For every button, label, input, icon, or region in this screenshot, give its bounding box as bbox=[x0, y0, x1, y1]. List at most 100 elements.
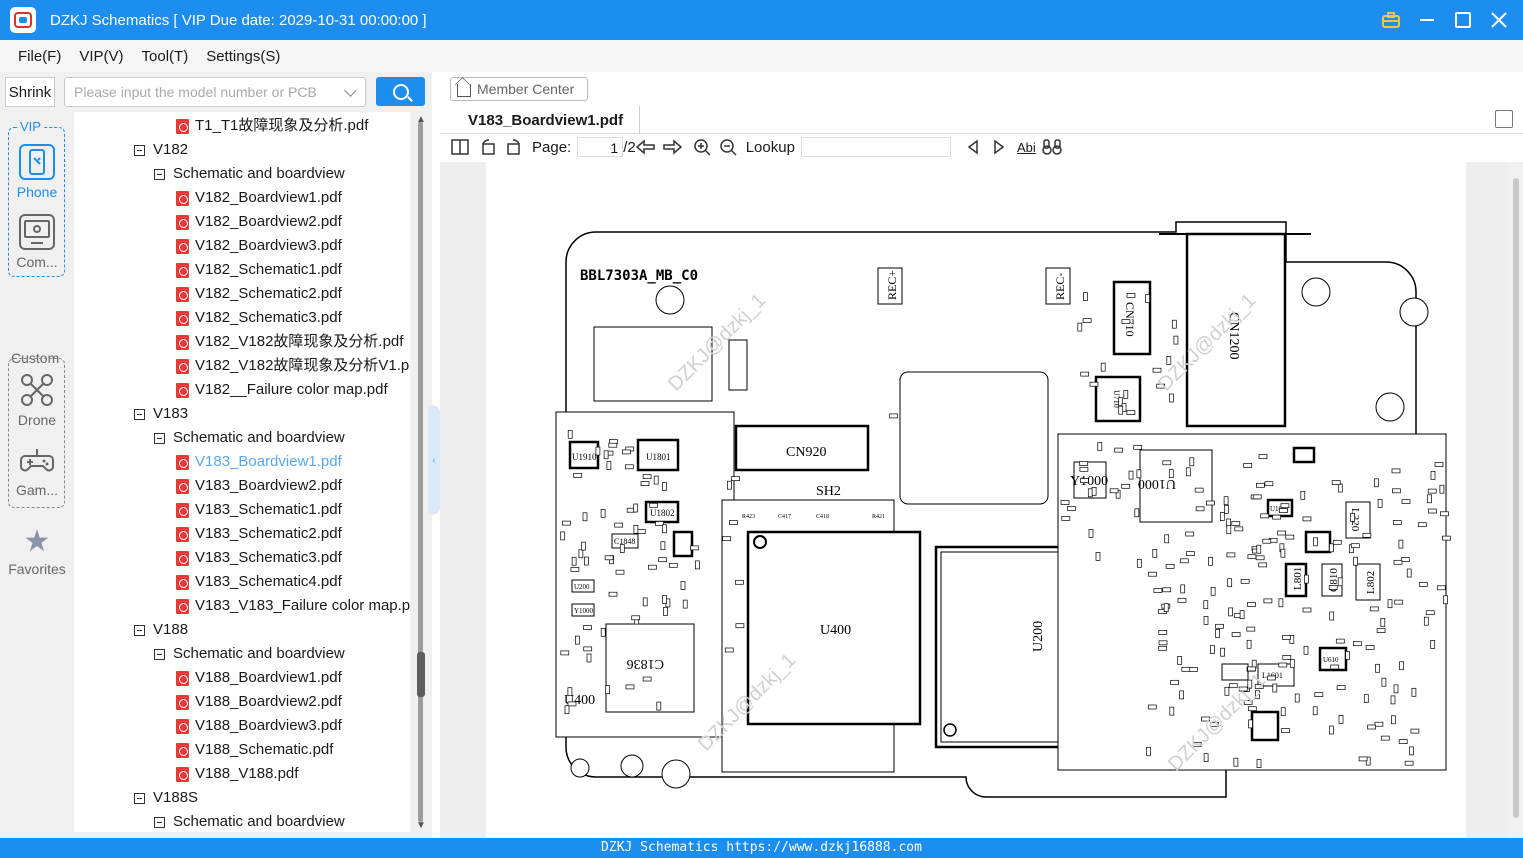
menu-settings[interactable]: Settings(S) bbox=[206, 48, 280, 65]
smd-part bbox=[560, 531, 566, 541]
smd-part bbox=[604, 555, 614, 561]
tree-file-item[interactable]: V188_V188.pdf bbox=[176, 762, 298, 786]
tree-file-item[interactable]: V183_Boardview1.pdf bbox=[176, 450, 342, 474]
boardview-drawing: BBL7303A_MB_C0 U1910 U1801 U1802 C1848 U… bbox=[555, 221, 1451, 798]
collapse-toggle-icon[interactable] bbox=[154, 648, 165, 660]
menu-file[interactable]: File(F) bbox=[18, 48, 61, 65]
tree-file-item[interactable]: V188_Boardview1.pdf bbox=[176, 666, 342, 690]
tree-file-item[interactable]: T1_T1故障现象及分析.pdf bbox=[176, 114, 368, 138]
search-input[interactable]: Please input the model number or PCB bbox=[64, 77, 366, 107]
pdf-file-icon bbox=[176, 718, 189, 734]
zoom-in-icon[interactable] bbox=[692, 137, 712, 157]
lookup-input[interactable] bbox=[800, 137, 951, 157]
pdf-file-icon bbox=[176, 238, 189, 254]
category-computer[interactable]: Com... bbox=[0, 214, 74, 270]
smd-part bbox=[1380, 618, 1386, 627]
tree-file-item[interactable]: V183_Schematic3.pdf bbox=[176, 546, 342, 570]
tree-file-item[interactable]: V182_V182故障现象及分析V1.pdf bbox=[176, 354, 410, 378]
tree-folder-item[interactable]: V182 bbox=[134, 138, 188, 162]
category-drone[interactable]: Drone bbox=[0, 372, 74, 428]
smd-part bbox=[1152, 548, 1158, 558]
smd-part bbox=[1362, 532, 1372, 538]
collapse-toggle-icon[interactable] bbox=[154, 432, 165, 444]
viewer-scrollbar[interactable] bbox=[1509, 162, 1523, 838]
smd-part bbox=[608, 591, 618, 597]
tree-file-item[interactable]: V182_Boardview1.pdf bbox=[176, 186, 342, 210]
smd-part bbox=[1374, 721, 1384, 727]
find-prev-icon[interactable] bbox=[963, 137, 983, 157]
scroll-track[interactable] bbox=[418, 122, 423, 822]
label-y1000: Y1000 bbox=[1070, 474, 1108, 489]
rotate-right-icon[interactable] bbox=[504, 137, 524, 157]
maximize-icon[interactable] bbox=[1453, 10, 1473, 30]
smd-part bbox=[1423, 616, 1429, 626]
category-phone-label: Phone bbox=[16, 184, 58, 200]
scroll-thumb[interactable] bbox=[417, 652, 425, 697]
tree-file-item[interactable]: V183_Schematic1.pdf bbox=[176, 498, 342, 522]
viewer-scroll-thumb[interactable] bbox=[1513, 178, 1519, 818]
close-icon[interactable] bbox=[1489, 10, 1509, 30]
category-game[interactable]: Gam... bbox=[0, 442, 74, 498]
member-center-button[interactable]: Member Center bbox=[450, 77, 588, 101]
tree-folder-item[interactable]: Schematic and boardview bbox=[154, 162, 345, 186]
match-case-icon[interactable]: Abi bbox=[1017, 140, 1036, 155]
collapse-toggle-icon[interactable] bbox=[154, 168, 165, 180]
tree-file-item[interactable]: V188_Boardview3.pdf bbox=[176, 714, 342, 738]
tree-file-item[interactable]: V182__Failure color map.pdf bbox=[176, 378, 388, 402]
tree-file-item[interactable]: V183_Boardview2.pdf bbox=[176, 474, 342, 498]
sidebar-toggle-icon[interactable] bbox=[450, 137, 470, 157]
collapse-toggle-icon[interactable] bbox=[134, 792, 145, 804]
category-phone[interactable]: Phone bbox=[0, 144, 74, 200]
menu-tool[interactable]: Tool(T) bbox=[142, 48, 189, 65]
rotate-left-icon[interactable] bbox=[478, 137, 498, 157]
tree-folder-item[interactable]: Schematic and boardview bbox=[154, 642, 345, 666]
tree-folder-item[interactable]: V183 bbox=[134, 402, 188, 426]
pdf-viewport[interactable]: BBL7303A_MB_C0 U1910 U1801 U1802 C1848 U… bbox=[440, 162, 1523, 838]
tree-file-item[interactable]: V182_V182故障现象及分析.pdf bbox=[176, 330, 403, 354]
scroll-down-icon[interactable]: ▼ bbox=[414, 820, 428, 831]
page-number-input[interactable]: 1 bbox=[577, 137, 624, 157]
smd-part bbox=[1133, 444, 1143, 450]
briefcase-icon[interactable] bbox=[1381, 10, 1401, 30]
label-u1910: C1848 bbox=[614, 537, 635, 546]
find-next-icon[interactable] bbox=[989, 137, 1009, 157]
tree-file-item[interactable]: V182_Boardview2.pdf bbox=[176, 210, 342, 234]
collapse-toggle-icon[interactable] bbox=[134, 624, 145, 636]
tree-file-item[interactable]: V183_Schematic4.pdf bbox=[176, 570, 342, 594]
tree-file-item[interactable]: V188_Boardview2.pdf bbox=[176, 690, 342, 714]
menu-vip[interactable]: VIP(V) bbox=[79, 48, 123, 65]
tree-file-item[interactable]: V182_Schematic3.pdf bbox=[176, 306, 342, 330]
tree-folder-item[interactable]: V188 bbox=[134, 618, 188, 642]
collapse-toggle-icon[interactable] bbox=[134, 144, 145, 156]
label-u400: U400 bbox=[820, 623, 851, 638]
tree-file-item[interactable]: V188_Schematic.pdf bbox=[176, 738, 333, 762]
tree-file-item[interactable]: V182_Schematic1.pdf bbox=[176, 258, 342, 282]
shrink-button[interactable]: Shrink bbox=[5, 77, 55, 107]
category-bar: VIP Phone Com... Custom Drone Gam... ★ F… bbox=[0, 112, 74, 838]
zoom-out-icon[interactable] bbox=[718, 137, 738, 157]
component-u1600 bbox=[1250, 710, 1280, 742]
tree-folder-item[interactable]: Schematic and boardview bbox=[154, 810, 345, 832]
chevron-down-icon[interactable] bbox=[344, 84, 357, 97]
tree-file-item[interactable]: V183_Schematic2.pdf bbox=[176, 522, 342, 546]
tree-file-item[interactable]: V182_Schematic2.pdf bbox=[176, 282, 342, 306]
restore-window-icon[interactable] bbox=[1495, 110, 1513, 128]
mounting-hole bbox=[1301, 277, 1331, 307]
tree-file-item[interactable]: V182_Boardview3.pdf bbox=[176, 234, 342, 258]
collapse-toggle-icon[interactable] bbox=[134, 408, 145, 420]
binoculars-icon[interactable] bbox=[1041, 137, 1062, 157]
document-tab[interactable]: V183_Boardview1.pdf bbox=[450, 106, 640, 134]
favorites[interactable]: ★ Favorites bbox=[0, 527, 74, 578]
tree-file-item[interactable]: V183_V183_Failure color map.pdf bbox=[176, 594, 410, 618]
pdf-file-icon bbox=[176, 670, 189, 686]
collapse-panel-handle[interactable]: ‹ bbox=[428, 405, 440, 515]
pdf-file-icon bbox=[176, 214, 189, 230]
search-button[interactable] bbox=[376, 77, 425, 106]
tree-item-label: Schematic and boardview bbox=[173, 165, 345, 182]
minimize-icon[interactable] bbox=[1417, 10, 1437, 30]
prev-page-icon[interactable] bbox=[635, 137, 656, 157]
next-page-icon[interactable] bbox=[662, 137, 682, 157]
tree-folder-item[interactable]: Schematic and boardview bbox=[154, 426, 345, 450]
tree-folder-item[interactable]: V188S bbox=[134, 786, 198, 810]
collapse-toggle-icon[interactable] bbox=[154, 816, 165, 828]
